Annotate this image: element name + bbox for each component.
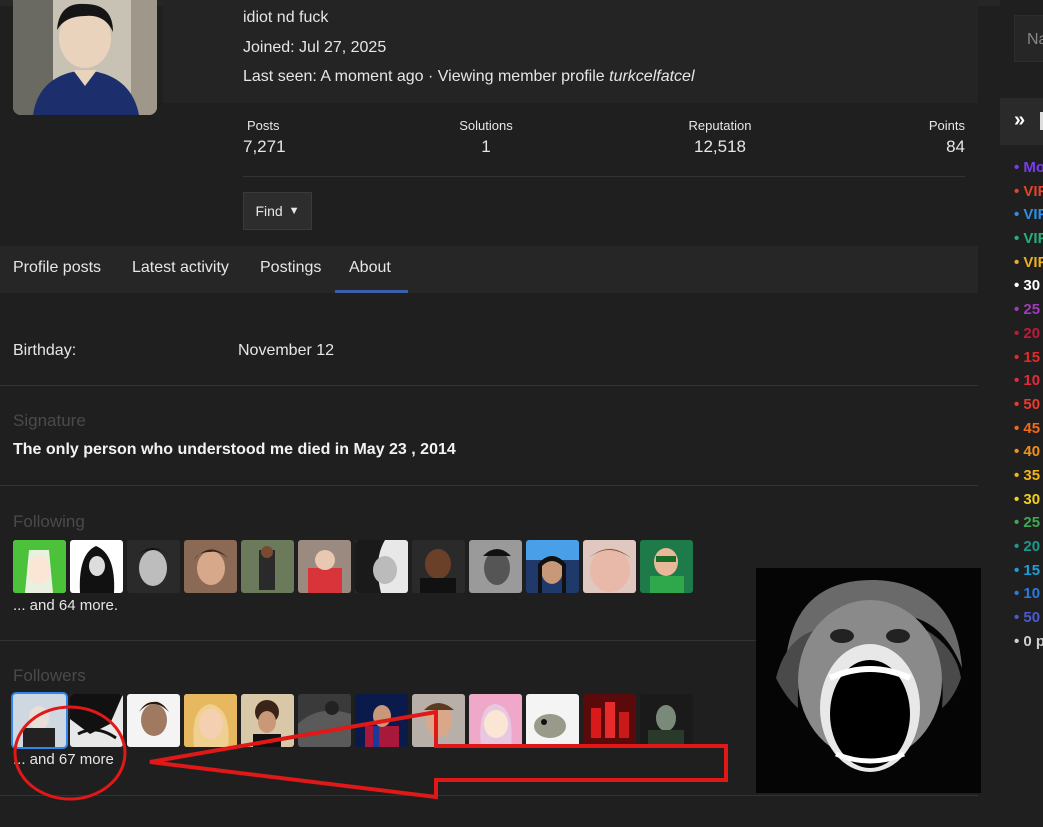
follower-avatar[interactable]	[184, 694, 237, 747]
stat-label: Reputation	[688, 118, 752, 133]
stat-solutions[interactable]: Solutions 1	[456, 118, 516, 157]
follower-avatar[interactable]	[127, 694, 180, 747]
sidebar-user-item[interactable]: • 10	[1014, 585, 1043, 609]
signature-text: The only person who understood me died i…	[13, 441, 456, 458]
profile-avatar[interactable]	[13, 0, 157, 115]
following-avatar[interactable]	[127, 540, 180, 593]
sidebar-user-item[interactable]: • 45	[1014, 420, 1043, 444]
sidebar-user-item[interactable]: • VIF	[1014, 230, 1043, 254]
stat-label: Solutions	[459, 118, 513, 133]
stat-value: 12,518	[694, 137, 746, 156]
last-seen: Last seen: A moment ago · Viewing member…	[243, 68, 695, 86]
sidebar-user-list: • Mo • VIF • VIF • VIF • VIF • 30 • 25 • 20 • 15…	[1014, 159, 1043, 656]
following-avatar[interactable]	[241, 540, 294, 593]
sidebar-user-item[interactable]: • 35	[1014, 467, 1043, 491]
profile-tabs: Profile posts Latest activity Postings A…	[0, 246, 978, 293]
sidebar-user-item[interactable]: • 15	[1014, 562, 1043, 586]
sidebar-user-item[interactable]: • 30	[1014, 491, 1043, 515]
followers-title: Followers	[13, 666, 86, 685]
last-seen-profile-link[interactable]: turkcelfatcel	[609, 68, 694, 85]
birthday-value: November 12	[238, 342, 335, 359]
find-button[interactable]: Find ▼	[243, 192, 312, 230]
find-button-label: Find	[255, 203, 283, 219]
signature-title: Signature	[13, 411, 86, 430]
following-avatar[interactable]	[13, 540, 66, 593]
sidebar-user-item[interactable]: • 20	[1014, 538, 1043, 562]
follower-avatar[interactable]	[70, 694, 123, 747]
following-avatar[interactable]	[355, 540, 408, 593]
profile-status: idiot nd fuck	[243, 9, 329, 26]
joined-date: Joined: Jul 27, 2025	[243, 39, 387, 56]
active-tab-indicator	[335, 290, 408, 293]
following-avatar[interactable]	[412, 540, 465, 593]
tab-profile-posts[interactable]: Profile posts	[13, 259, 101, 277]
follower-avatar[interactable]	[355, 694, 408, 747]
follower-avatar[interactable]	[241, 694, 294, 747]
follower-avatar[interactable]	[469, 694, 522, 747]
following-avatar[interactable]	[640, 540, 693, 593]
sidebar-user-item[interactable]: • VIF	[1014, 254, 1043, 278]
following-avatar[interactable]	[298, 540, 351, 593]
tab-about[interactable]: About	[349, 259, 391, 277]
sidebar-name-input[interactable]: Na	[1014, 15, 1043, 62]
sidebar-block-header[interactable]: »	[1000, 98, 1043, 145]
stat-value: 7,271	[243, 137, 286, 156]
stat-points[interactable]: Points 84	[929, 118, 965, 157]
sidebar-user-item[interactable]: • 25	[1014, 301, 1043, 325]
following-avatar[interactable]	[184, 540, 237, 593]
following-avatar[interactable]	[583, 540, 636, 593]
stat-label: Points	[928, 118, 965, 133]
stat-value: 1	[481, 137, 491, 156]
follower-avatar[interactable]	[298, 694, 351, 747]
double-chevron-right-icon: »	[1014, 109, 1026, 131]
following-avatar[interactable]	[70, 540, 123, 593]
sidebar-user-item[interactable]: • 0 p	[1014, 633, 1043, 657]
follower-avatar[interactable]	[526, 694, 579, 747]
sidebar-user-item[interactable]: • 40	[1014, 443, 1043, 467]
tab-postings[interactable]: Postings	[260, 259, 321, 277]
following-title: Following	[13, 512, 85, 531]
following-avatars	[13, 540, 693, 593]
sidebar-user-item[interactable]: • VIF	[1014, 206, 1043, 230]
stat-value: 84	[946, 137, 965, 156]
sidebar-user-item[interactable]: • Mo	[1014, 159, 1043, 183]
sidebar-user-item[interactable]: • 15	[1014, 349, 1043, 373]
tab-latest-activity[interactable]: Latest activity	[132, 259, 229, 277]
sidebar-user-item[interactable]: • 20	[1014, 325, 1043, 349]
follower-avatar[interactable]	[412, 694, 465, 747]
stat-label: Posts	[247, 118, 280, 133]
following-avatar[interactable]	[526, 540, 579, 593]
sidebar-user-item[interactable]: • 25	[1014, 514, 1043, 538]
profile-stats: Posts 7,271 Solutions 1 Reputation 12,51…	[243, 118, 965, 177]
following-avatar[interactable]	[469, 540, 522, 593]
followers-avatars	[13, 694, 693, 747]
sidebar-user-item[interactable]: • 50	[1014, 396, 1043, 420]
screaming-face-image	[756, 568, 981, 793]
divider	[0, 385, 978, 386]
divider	[0, 795, 978, 796]
sidebar-user-item[interactable]: • 10	[1014, 372, 1043, 396]
follower-avatar[interactable]	[583, 694, 636, 747]
follower-avatar[interactable]	[13, 694, 66, 747]
sidebar-user-item[interactable]: • 50	[1014, 609, 1043, 633]
followers-more-link[interactable]: ... and 67 more	[13, 751, 114, 768]
sidebar-user-item[interactable]: • 30	[1014, 277, 1043, 301]
divider	[0, 485, 978, 486]
following-more-link[interactable]: ... and 64 more.	[13, 597, 118, 614]
sidebar-user-item[interactable]: • VIF	[1014, 183, 1043, 207]
last-seen-text: Last seen: A moment ago · Viewing member…	[243, 68, 610, 85]
stat-reputation[interactable]: Reputation 12,518	[680, 118, 760, 157]
follower-avatar[interactable]	[640, 694, 693, 747]
caret-down-icon: ▼	[288, 205, 300, 217]
stat-posts[interactable]: Posts 7,271	[243, 118, 286, 157]
birthday-label: Birthday:	[13, 342, 77, 359]
